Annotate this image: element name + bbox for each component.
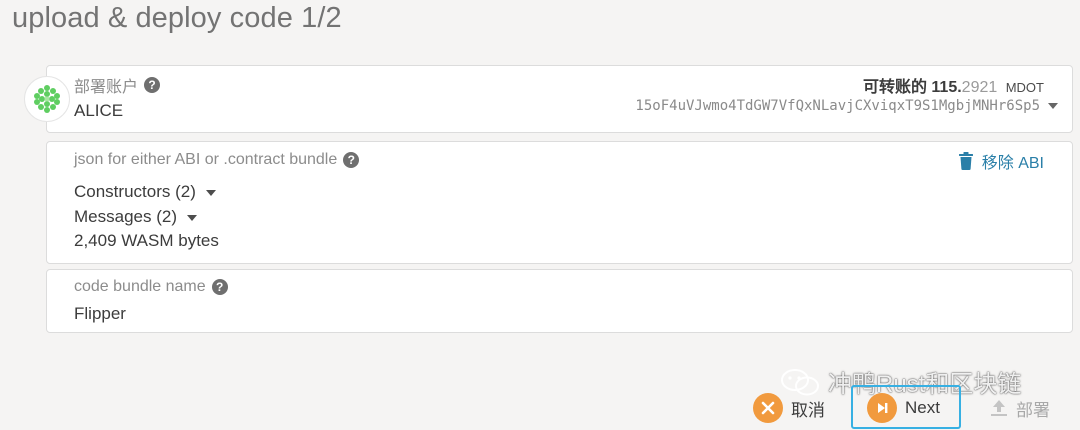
messages-toggle[interactable]: Messages (2) (74, 207, 197, 227)
cancel-button[interactable]: 取消 (753, 389, 825, 427)
account-identicon-avatar (24, 76, 70, 122)
abi-label-row: json for either ABI or .contract bundle … (74, 151, 360, 169)
account-label-row: 部署账户 ? (74, 73, 161, 97)
next-label: Next (905, 398, 940, 417)
help-icon[interactable]: ? (343, 152, 360, 168)
code-bundle-name-field[interactable]: code bundle name ? Flipper (46, 269, 1073, 333)
constructors-label: Constructors (2) (74, 182, 196, 201)
help-icon[interactable]: ? (144, 77, 161, 93)
bundle-name-input[interactable]: Flipper (74, 304, 126, 324)
play-next-icon (867, 393, 897, 423)
balance-unit: MDOT (1005, 80, 1044, 95)
upload-icon (991, 400, 1007, 416)
next-button[interactable]: Next (867, 389, 940, 427)
account-selector[interactable]: 部署账户 ? ALICE 可转账的 115.2921 MDOT 15oF4uVJ… (46, 65, 1073, 133)
deploy-label: 部署 (1016, 400, 1050, 420)
account-label: 部署账户 (74, 79, 139, 96)
messages-label: Messages (2) (74, 207, 177, 226)
abi-upload-panel[interactable]: json for either ABI or .contract bundle … (46, 141, 1073, 264)
bundle-label-row: code bundle name ? (74, 278, 228, 296)
wasm-size: 2,409 WASM bytes (74, 231, 219, 250)
remove-abi-button[interactable]: 移除 ABI (958, 149, 1044, 173)
chevron-down-icon[interactable] (1048, 103, 1058, 109)
bundle-label: code bundle name (74, 278, 206, 295)
identicon-icon (34, 85, 60, 113)
account-address-text: 15oF4uVJwmo4TdGW7VfQxNLavjCXviqxT9S1Mgbj… (635, 98, 1040, 114)
trash-icon (958, 152, 973, 170)
page-title: upload & deploy code 1/2 (12, 2, 342, 34)
account-name: ALICE (74, 101, 124, 120)
balance-decimal: 2921 (961, 79, 998, 96)
abi-label: json for either ABI or .contract bundle (74, 151, 338, 168)
help-icon[interactable]: ? (211, 279, 228, 295)
chevron-down-icon[interactable] (205, 189, 216, 196)
x-circle-icon (753, 393, 783, 423)
deploy-button[interactable]: 部署 (990, 389, 1050, 427)
transferable-balance: 可转账的 115.2921 MDOT (863, 73, 1044, 97)
balance-label: 可转账的 (862, 79, 927, 96)
chevron-down-icon[interactable] (186, 214, 197, 221)
cancel-label: 取消 (791, 400, 825, 420)
constructors-toggle[interactable]: Constructors (2) (74, 182, 216, 202)
balance-integer: 115. (931, 79, 962, 96)
remove-abi-label: 移除 ABI (981, 155, 1044, 172)
account-address[interactable]: 15oF4uVJwmo4TdGW7VfQxNLavjCXviqxT9S1Mgbj… (635, 98, 1058, 114)
